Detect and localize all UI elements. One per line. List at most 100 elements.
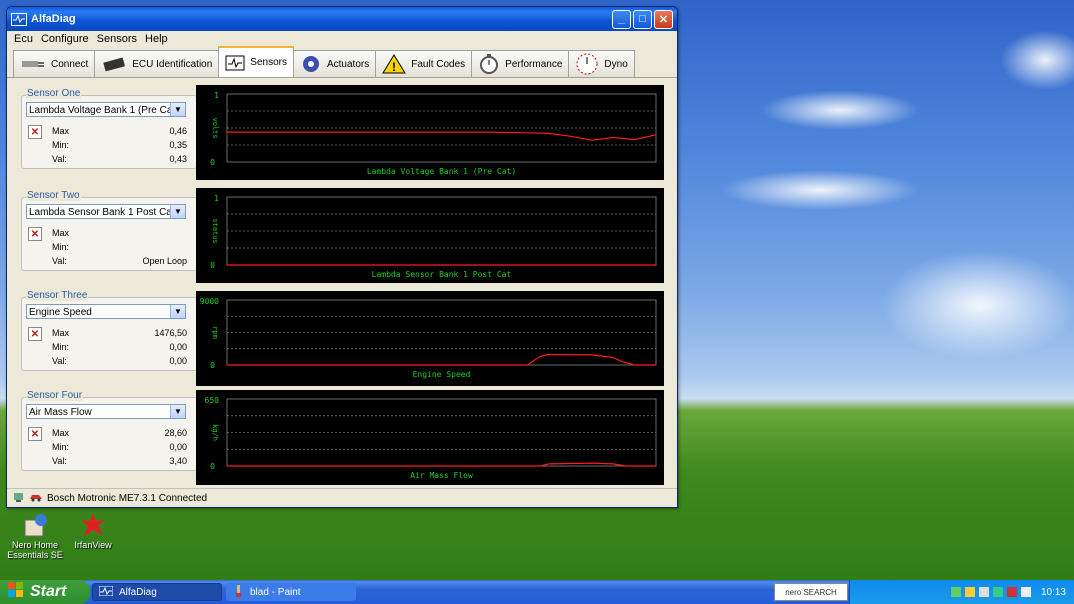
sensor-three-select[interactable]: Engine Speed ▼ <box>26 304 186 319</box>
oscilloscope-icon <box>225 55 245 71</box>
sensor-four-group: Sensor Four Air Mass Flow ▼ ✕ Max 28,60 Mi… <box>21 390 197 471</box>
select-value: Lambda Sensor Bank 1 Post Cat <box>29 207 175 218</box>
min-row: Min: 0,00 <box>52 342 187 352</box>
tray-icon[interactable] <box>964 587 975 597</box>
maximize-button[interactable]: □ <box>633 9 652 29</box>
plot-svg: 1 0 status Lambda Sensor Bank 1 Post Cat <box>210 194 657 279</box>
chart-title: Lambda Sensor Bank 1 Post Cat <box>372 270 512 279</box>
max-row: Max 0,46 <box>52 126 187 136</box>
taskbar-item-paint[interactable]: blad - Paint <box>226 583 356 601</box>
y-tick-bottom: 0 <box>210 361 215 370</box>
tray-icon[interactable] <box>950 587 961 597</box>
tab-label: Actuators <box>326 58 370 70</box>
taskbar-item-label: blad - Paint <box>250 586 301 598</box>
y-tick-top: 9000 <box>200 297 219 306</box>
max-value: 1476,50 <box>154 328 187 338</box>
sensor-one-group: Sensor One Lambda Voltage Bank 1 (Pre Ca… <box>21 88 197 169</box>
chevron-down-icon[interactable]: ▼ <box>170 103 185 116</box>
nero-search-box[interactable]: nero SEARCH <box>774 583 848 601</box>
tab-connect[interactable]: Connect <box>13 50 96 77</box>
tab-sensors[interactable]: Sensors <box>218 46 294 77</box>
chart-panel: 9000 0 rpm Engine Speed <box>196 291 664 386</box>
gear-icon <box>300 54 322 74</box>
max-value: 0,46 <box>169 126 187 136</box>
tab-label: Dyno <box>604 58 628 70</box>
menu-configure[interactable]: Configure <box>38 33 92 45</box>
alfadiag-window: AlfaDiag _ □ ✕ Ecu Configure Sensors Hel… <box>6 6 678 508</box>
start-button[interactable]: Start <box>0 580 90 604</box>
car-icon <box>29 491 43 506</box>
sensor-four-select[interactable]: Air Mass Flow ▼ <box>26 404 186 419</box>
desktop-icon-label: Nero Home Essentials SE <box>7 540 63 560</box>
nero-icon <box>21 512 49 538</box>
sensor-two-select[interactable]: Lambda Sensor Bank 1 Post Cat ▼ <box>26 204 186 219</box>
sensor-three-group: Sensor Three Engine Speed ▼ ✕ Max 1476,50 … <box>21 290 197 371</box>
tray-icon[interactable] <box>1006 587 1017 597</box>
app-icon <box>11 12 27 26</box>
group-label: Sensor One <box>26 88 82 99</box>
tab-ecu-identification[interactable]: ECU Identification <box>94 50 220 77</box>
tab-performance[interactable]: Performance <box>471 50 570 77</box>
series-line <box>227 131 657 141</box>
select-value: Engine Speed <box>29 307 92 318</box>
cloud <box>760 90 920 130</box>
sensor-two-group: Sensor Two Lambda Sensor Bank 1 Post Cat… <box>21 190 197 271</box>
y-axis-label: rpm <box>211 326 219 339</box>
app-icon <box>98 585 114 599</box>
chevron-down-icon[interactable]: ▼ <box>170 405 185 418</box>
sensors-panel: Sensor One Lambda Voltage Bank 1 (Pre Ca… <box>15 85 670 485</box>
clear-button[interactable]: ✕ <box>28 227 42 241</box>
min-row: Min: 0,00 <box>52 442 187 452</box>
close-button[interactable]: ✕ <box>654 9 673 29</box>
menu-ecu[interactable]: Ecu <box>11 33 36 45</box>
sensor-one-select[interactable]: Lambda Voltage Bank 1 (Pre Cat) ▼ <box>26 102 186 117</box>
plot-svg: 9000 0 rpm Engine Speed <box>200 297 657 379</box>
desktop-icon-irfanview[interactable]: IrfanView <box>58 512 128 550</box>
irfanview-icon <box>79 512 107 538</box>
max-row: Max 28,60 <box>52 428 187 438</box>
y-axis-label: kg/h <box>211 424 219 441</box>
min-value: 0,00 <box>169 342 187 352</box>
clear-button[interactable]: ✕ <box>28 327 42 341</box>
val-row: Val: 0,00 <box>52 356 187 366</box>
minimize-button[interactable]: _ <box>612 9 631 29</box>
clock[interactable]: 10:13 <box>1041 587 1066 598</box>
title-bar[interactable]: AlfaDiag _ □ ✕ <box>7 7 677 31</box>
max-label: Max <box>52 328 70 338</box>
chart-title: Engine Speed <box>413 370 471 379</box>
chevron-down-icon[interactable]: ▼ <box>170 305 185 318</box>
stopwatch-icon <box>478 54 500 74</box>
tray-icon[interactable] <box>992 587 1003 597</box>
svg-text:!: ! <box>392 60 396 74</box>
menu-help[interactable]: Help <box>142 33 171 45</box>
taskbar-item-alfadiag[interactable]: AlfaDiag <box>92 583 222 601</box>
max-label: Max <box>52 228 70 238</box>
taskbar-item-label: AlfaDiag <box>119 586 157 598</box>
menu-sensors[interactable]: Sensors <box>94 33 140 45</box>
paint-icon <box>232 584 244 600</box>
clear-button[interactable]: ✕ <box>28 427 42 441</box>
taskbar: Start AlfaDiag blad - Paint nero SEARCH … <box>0 580 1074 604</box>
group-label: Sensor Three <box>26 290 89 301</box>
series-line <box>227 353 656 366</box>
tab-fault-codes[interactable]: ! Fault Codes <box>375 50 473 77</box>
val-value: 0,00 <box>169 356 187 366</box>
min-row: Min: <box>52 242 187 252</box>
windows-logo-icon <box>8 581 24 603</box>
y-tick-top: 1 <box>214 194 219 203</box>
gauge-icon <box>575 53 599 75</box>
chevron-down-icon[interactable]: ▼ <box>170 205 185 218</box>
window-title: AlfaDiag <box>31 13 76 25</box>
tab-dyno[interactable]: Dyno <box>568 50 635 77</box>
tray-icon[interactable] <box>978 587 989 597</box>
chart-panel: 1 0 status Lambda Sensor Bank 1 Post Cat <box>196 188 664 283</box>
cloud <box>720 170 920 210</box>
chart-title: Air Mass Flow <box>410 471 473 480</box>
volume-icon[interactable] <box>1020 587 1031 597</box>
network-icon <box>13 491 25 506</box>
min-row: Min: 0,35 <box>52 140 187 150</box>
tab-actuators[interactable]: Actuators <box>292 50 377 77</box>
nero-search-label: nero SEARCH <box>785 587 837 597</box>
chip-icon <box>101 55 127 73</box>
clear-button[interactable]: ✕ <box>28 125 42 139</box>
